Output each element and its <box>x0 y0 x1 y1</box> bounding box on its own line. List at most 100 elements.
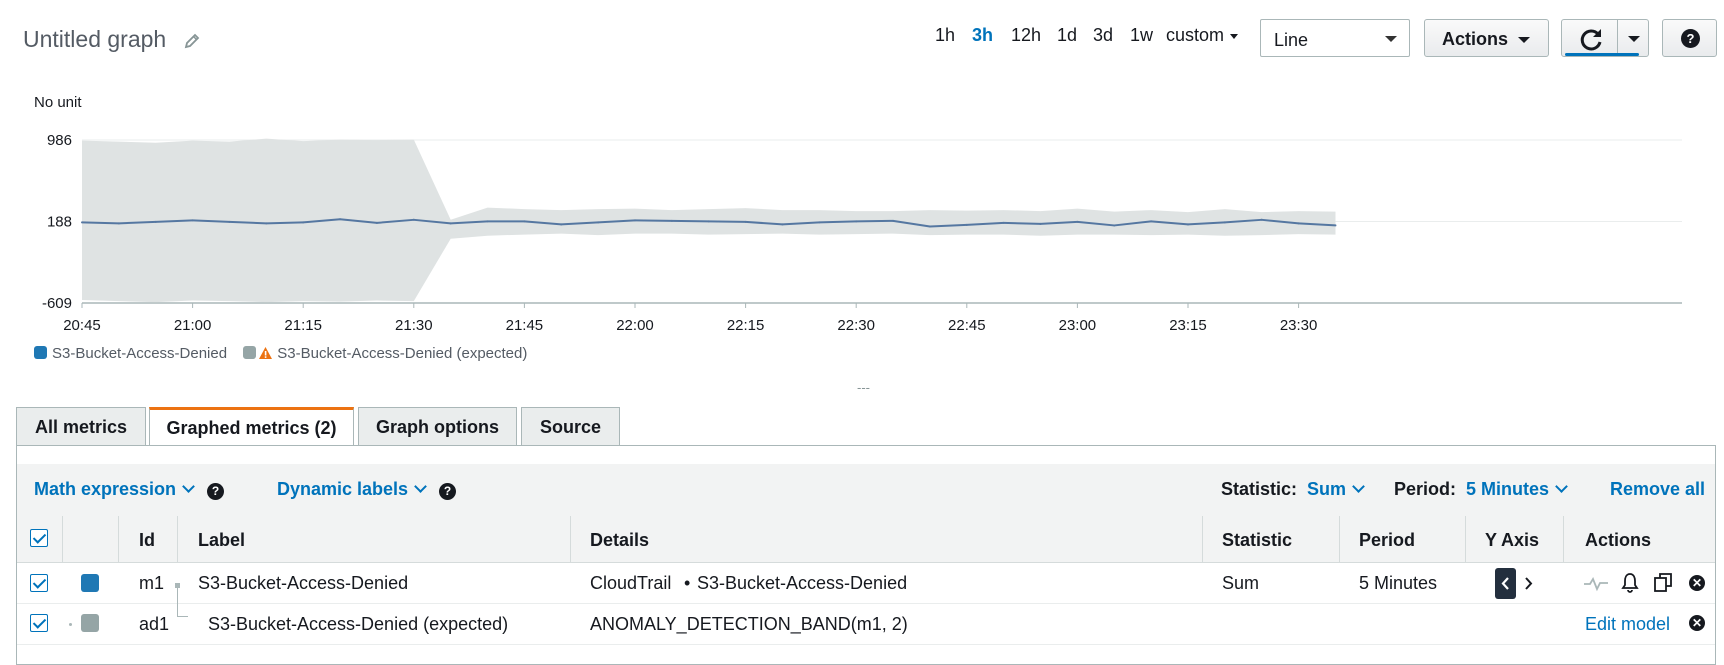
metric-color-picker[interactable] <box>81 614 99 632</box>
statistic-dropdown[interactable]: Sum <box>1307 479 1365 500</box>
metric-line-segment <box>855 219 895 223</box>
col-header-id[interactable]: Id <box>139 530 155 551</box>
table-row-ad1: ad1 S3-Bucket-Access-Denied (expected) A… <box>17 587 1715 645</box>
metric-line-segment <box>633 219 673 222</box>
x-tick-label: 21:30 <box>395 317 433 334</box>
metric-chart[interactable]: No unit 986188-609 20:45 21:00 21:15 21:30 2… <box>0 90 1724 370</box>
x-tick-label: 21:00 <box>174 317 212 334</box>
x-tick-label: 22:30 <box>837 317 875 334</box>
row-checkbox[interactable] <box>30 574 48 592</box>
refresh-group <box>1561 19 1649 57</box>
y-axis-right-button[interactable] <box>1521 571 1537 596</box>
edit-pencil-icon[interactable] <box>183 32 201 50</box>
row-statistic[interactable]: Sum <box>1222 573 1259 594</box>
dynamic-labels-dropdown[interactable]: Dynamic labels <box>277 479 427 500</box>
actions-button[interactable]: Actions <box>1424 19 1549 57</box>
help-icon[interactable]: ? <box>439 483 456 500</box>
metric-line-segment <box>707 220 747 223</box>
metrics-toolbar: Math expression ? Dynamic labels ? Stati… <box>17 464 1715 517</box>
period-label: Period: <box>1394 479 1457 499</box>
metric-line-segment <box>818 220 858 224</box>
row-details-metric: S3-Bucket-Access-Denied <box>697 573 908 593</box>
tab-source[interactable]: Source <box>521 407 620 446</box>
remove-metric-icon[interactable]: ✕ <box>1689 575 1705 591</box>
row-label[interactable]: S3-Bucket-Access-Denied <box>198 573 408 594</box>
auto-refresh-indicator <box>1565 53 1639 56</box>
refresh-interval-dropdown[interactable] <box>1617 19 1649 57</box>
row-details-separator: • <box>684 573 691 593</box>
actions-label: Actions <box>1442 29 1509 49</box>
y-tick-label: 188 <box>47 214 72 231</box>
row-label[interactable]: S3-Bucket-Access-Denied (expected) <box>208 614 508 635</box>
x-tick-label: 22:45 <box>948 317 986 334</box>
select-all-checkbox[interactable] <box>30 529 48 547</box>
refresh-button[interactable] <box>1561 19 1618 57</box>
col-header-details[interactable]: Details <box>590 530 649 551</box>
range-1h[interactable]: 1h <box>935 25 955 46</box>
math-expression-dropdown[interactable]: Math expression <box>34 479 195 500</box>
tab-graphed-metrics[interactable]: Graphed metrics (2) <box>149 407 354 447</box>
chart-type-select[interactable]: Line <box>1260 19 1410 57</box>
x-tick-label: 21:15 <box>284 317 322 334</box>
legend-swatch-ad1 <box>243 346 257 359</box>
metric-line-segment <box>265 221 305 225</box>
legend-item-ad1[interactable]: S3-Bucket-Access-Denied (expected) <box>277 345 527 362</box>
y-axis-ticks: 986 188 -609 <box>42 132 72 312</box>
y-tick-label: -609 <box>42 295 72 312</box>
range-custom-dropdown[interactable]: custom <box>1166 25 1239 46</box>
tab-all-metrics[interactable]: All metrics <box>16 407 146 446</box>
metric-color-picker[interactable] <box>81 574 99 592</box>
chevron-left-icon <box>1501 577 1509 590</box>
chevron-down-icon <box>1555 480 1568 493</box>
col-header-label[interactable]: Label <box>198 530 245 551</box>
y-axis-unit: No unit <box>34 94 82 111</box>
metric-line-segment <box>1002 221 1042 225</box>
statistic-label: Statistic: <box>1221 479 1298 499</box>
row-details[interactable]: ANOMALY_DETECTION_BAND(m1, 2) <box>590 614 908 635</box>
x-tick-label: 20:45 <box>63 317 101 334</box>
graph-title: Untitled graph <box>23 26 167 52</box>
range-3h[interactable]: 3h <box>972 25 993 46</box>
row-period[interactable]: 5 Minutes <box>1359 573 1437 594</box>
edit-model-link[interactable]: Edit model <box>1585 614 1670 635</box>
chevron-down-icon <box>182 480 195 493</box>
chart-legend: S3-Bucket-Access-Denied S3-Bucket-Access… <box>34 345 527 362</box>
period-dropdown[interactable]: 5 Minutes <box>1466 479 1568 500</box>
legend-swatch-m1 <box>34 346 47 359</box>
col-header-statistic[interactable]: Statistic <box>1222 530 1292 551</box>
alarm-bell-icon[interactable] <box>1621 572 1639 593</box>
remove-metric-icon[interactable]: ✕ <box>1689 615 1705 631</box>
row-id[interactable]: ad1 <box>139 614 169 635</box>
x-tick-label: 21:45 <box>506 317 544 334</box>
range-1w[interactable]: 1w <box>1130 25 1153 46</box>
anomaly-detection-icon[interactable] <box>1583 574 1609 592</box>
help-icon[interactable]: ? <box>207 483 224 500</box>
col-header-period[interactable]: Period <box>1359 530 1415 551</box>
metric-line-segment <box>81 221 120 225</box>
x-axis-ticks: 20:45 21:00 21:15 21:30 21:45 22:00 22:15 22:30… <box>63 303 1317 334</box>
custom-label: custom <box>1166 25 1225 45</box>
y-axis-left-button[interactable] <box>1495 568 1516 599</box>
x-tick-label: 23:00 <box>1059 317 1097 334</box>
x-tick-label: 23:30 <box>1280 317 1318 334</box>
col-header-actions: Actions <box>1585 530 1652 550</box>
row-id[interactable]: m1 <box>139 573 164 594</box>
tab-graph-options[interactable]: Graph options <box>358 407 517 446</box>
x-tick-label: 22:00 <box>616 317 654 334</box>
duplicate-icon[interactable] <box>1653 572 1674 593</box>
col-header-y-axis[interactable]: Y Axis <box>1485 530 1539 551</box>
range-12h[interactable]: 12h <box>1011 25 1041 46</box>
chevron-down-icon <box>414 480 427 493</box>
row-checkbox[interactable] <box>30 614 48 632</box>
remove-all-link[interactable]: Remove all <box>1610 479 1705 500</box>
help-button[interactable]: ? <box>1662 19 1717 57</box>
statistic-value: Sum <box>1307 479 1347 499</box>
range-3d[interactable]: 3d <box>1093 25 1113 46</box>
legend-item-m1[interactable]: S3-Bucket-Access-Denied <box>52 345 227 362</box>
tree-dot <box>69 623 72 626</box>
period-value: 5 Minutes <box>1466 479 1550 499</box>
caret-down-icon <box>1230 33 1239 39</box>
resize-handle[interactable]: --- <box>857 380 870 395</box>
table-row-m1: m1 S3-Bucket-Access-Denied CloudTrail • … <box>17 563 1715 604</box>
range-1d[interactable]: 1d <box>1057 25 1077 46</box>
